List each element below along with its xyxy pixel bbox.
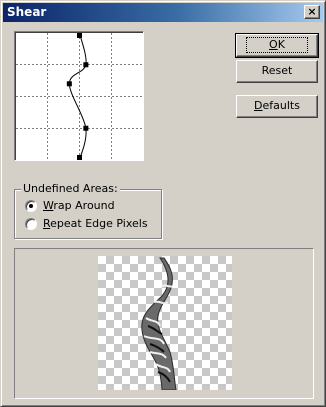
reset-label: Reset — [261, 64, 293, 77]
undefined-areas-label: Undefined Areas: — [21, 182, 120, 196]
curve-control-point[interactable] — [83, 62, 89, 68]
preview-pane — [14, 248, 314, 399]
defaults-button[interactable]: Defaults — [236, 95, 318, 118]
defaults-mnemonic: D — [254, 99, 263, 112]
ok-button[interactable]: OK — [235, 33, 319, 58]
title-bar[interactable]: Shear × — [3, 3, 323, 22]
preview-image — [98, 256, 232, 390]
curve-canvas — [16, 33, 143, 160]
wrap-around-text: rap Around — [53, 199, 115, 212]
distorted-image-preview — [141, 257, 177, 390]
curve-control-point[interactable] — [77, 155, 82, 160]
shear-curve-grid[interactable] — [14, 31, 144, 161]
wrap-around-label[interactable]: Wrap Around — [43, 198, 115, 214]
ok-mnemonic: O — [269, 38, 278, 51]
shear-dialog: Shear × OK Reset Defaults Undefined Area… — [0, 0, 326, 407]
radio-selected-dot — [29, 204, 33, 208]
close-button[interactable]: × — [304, 5, 320, 19]
curve-control-point[interactable] — [66, 81, 72, 87]
repeat-edge-text: epeat Edge Pixels — [50, 217, 148, 230]
ok-focus: OK — [246, 37, 308, 53]
close-icon: × — [307, 5, 317, 18]
repeat-edge-pixels-label[interactable]: Repeat Edge Pixels — [43, 216, 148, 232]
ok-label: K — [277, 38, 285, 51]
repeat-edge-pixels-radio[interactable] — [25, 218, 37, 230]
defaults-label: efaults — [262, 99, 300, 112]
wrap-around-mnemonic: W — [43, 199, 54, 212]
curve-control-point[interactable] — [83, 125, 89, 131]
undefined-areas-group: Undefined Areas: Wrap Around Repeat Edge… — [14, 182, 162, 239]
wrap-around-radio[interactable] — [25, 200, 37, 212]
window-title: Shear — [7, 5, 47, 19]
curve-control-point[interactable] — [77, 33, 82, 38]
reset-button[interactable]: Reset — [236, 60, 318, 83]
